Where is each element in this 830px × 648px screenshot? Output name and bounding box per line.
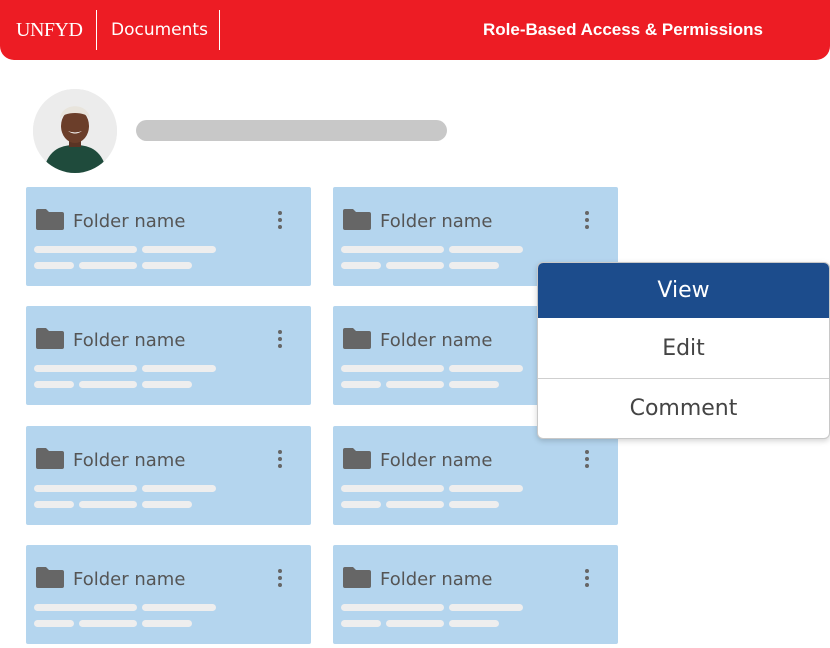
user-name-placeholder — [136, 120, 447, 141]
folder-icon — [36, 567, 64, 588]
placeholder-line — [341, 604, 444, 611]
placeholder-line — [386, 501, 444, 508]
placeholder-line — [79, 501, 137, 508]
folder-icon — [36, 328, 64, 349]
folder-icon — [343, 209, 371, 230]
placeholder-line — [449, 365, 523, 372]
menu-item-view[interactable]: View — [538, 263, 829, 318]
page-title: Role-Based Access & Permissions — [483, 20, 763, 39]
user-photo — [33, 89, 117, 173]
placeholder-line — [142, 620, 192, 627]
folder-card[interactable]: Folder name — [26, 545, 311, 644]
more-options-icon[interactable] — [583, 565, 591, 591]
menu-item-edit[interactable]: Edit — [538, 318, 829, 379]
header-divider — [219, 10, 220, 50]
folder-name: Folder name — [380, 569, 493, 590]
folder-card[interactable]: Folder name — [26, 306, 311, 405]
placeholder-line — [34, 604, 137, 611]
placeholder-line — [34, 381, 74, 388]
placeholder-line — [142, 381, 192, 388]
placeholder-line — [386, 262, 444, 269]
placeholder-line — [79, 620, 137, 627]
folder-name: Folder name — [380, 450, 493, 471]
placeholder-line — [142, 246, 216, 253]
more-options-icon[interactable] — [276, 207, 284, 233]
placeholder-line — [449, 620, 499, 627]
folder-card[interactable]: Folder name — [26, 187, 311, 286]
placeholder-line — [449, 246, 523, 253]
more-options-icon[interactable] — [583, 446, 591, 472]
placeholder-line — [34, 262, 74, 269]
folder-icon — [36, 209, 64, 230]
brand-logo[interactable]: UNFYD — [16, 16, 83, 44]
folder-icon — [36, 448, 64, 469]
folder-card[interactable]: Folder name — [26, 426, 311, 525]
folder-name: Folder name — [73, 569, 186, 590]
top-header: UNFYD Documents Role-Based Access & Perm… — [0, 0, 830, 60]
placeholder-line — [449, 381, 499, 388]
header-divider — [96, 10, 97, 50]
placeholder-line — [449, 604, 523, 611]
placeholder-line — [34, 365, 137, 372]
placeholder-line — [34, 246, 137, 253]
placeholder-line — [79, 381, 137, 388]
placeholder-line — [449, 485, 523, 492]
placeholder-line — [341, 485, 444, 492]
placeholder-line — [341, 501, 381, 508]
folder-icon — [343, 567, 371, 588]
more-options-icon[interactable] — [276, 565, 284, 591]
placeholder-line — [142, 365, 216, 372]
placeholder-line — [341, 262, 381, 269]
folder-name: Folder name — [380, 211, 493, 232]
placeholder-line — [34, 485, 137, 492]
folder-icon — [343, 448, 371, 469]
placeholder-line — [341, 620, 381, 627]
placeholder-line — [142, 485, 216, 492]
placeholder-line — [449, 501, 499, 508]
placeholder-line — [386, 381, 444, 388]
placeholder-line — [142, 501, 192, 508]
placeholder-line — [341, 381, 381, 388]
folder-icon — [343, 328, 371, 349]
placeholder-line — [142, 262, 192, 269]
permissions-menu: View Edit Comment — [537, 262, 830, 439]
folder-card[interactable]: Folder name — [333, 545, 618, 644]
more-options-icon[interactable] — [276, 446, 284, 472]
folder-name: Folder name — [73, 450, 186, 471]
more-options-icon[interactable] — [276, 326, 284, 352]
avatar[interactable] — [33, 89, 117, 173]
placeholder-line — [34, 501, 74, 508]
placeholder-line — [449, 262, 499, 269]
placeholder-line — [341, 365, 444, 372]
folder-name: Folder name — [73, 330, 186, 351]
folder-name: Folder name — [380, 330, 493, 351]
placeholder-line — [386, 620, 444, 627]
placeholder-line — [79, 262, 137, 269]
section-title[interactable]: Documents — [111, 20, 208, 40]
placeholder-line — [34, 620, 74, 627]
placeholder-line — [341, 246, 444, 253]
placeholder-line — [142, 604, 216, 611]
folder-name: Folder name — [73, 211, 186, 232]
menu-item-comment[interactable]: Comment — [538, 379, 829, 438]
folder-card[interactable]: Folder name — [333, 426, 618, 525]
more-options-icon[interactable] — [583, 207, 591, 233]
